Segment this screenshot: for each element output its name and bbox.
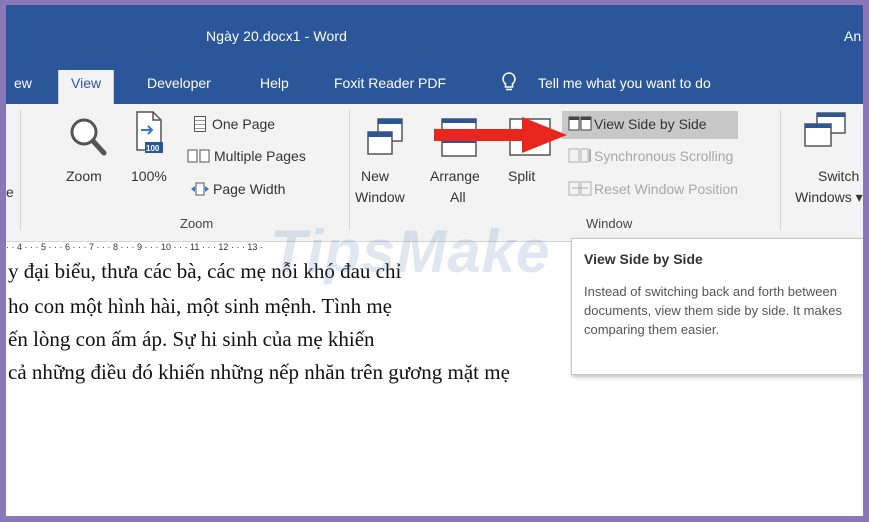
reset-window-position-button[interactable]: Reset Window Position [568,181,738,197]
tab-foxit-reader-pdf[interactable]: Foxit Reader PDF [334,75,446,91]
multiple-pages-label: Multiple Pages [214,148,306,164]
page-width-label: Page Width [213,181,286,197]
switch-windows-label-1: Switch [818,168,860,184]
zoom-label: Zoom [66,168,102,184]
tab-developer[interactable]: Developer [147,75,211,91]
multiple-pages-button[interactable]: Multiple Pages [187,148,306,164]
synchronous-scrolling-button[interactable]: Synchronous Scrolling [568,148,733,164]
title-bar: Ngày 20.docx1 - Word An [6,5,863,63]
magnifier-icon [70,118,107,156]
one-page-label: One Page [212,116,276,132]
ribbon-tabs: ew View Developer Help Foxit Reader PDF … [6,63,863,104]
word-window: Ngày 20.docx1 - Word An ew View Develope… [6,5,863,516]
ribbon-separator [349,110,350,230]
zoom-100-label: 100% [131,168,167,184]
tab-help[interactable]: Help [260,75,289,91]
synchronous-scrolling-label: Synchronous Scrolling [594,148,734,164]
tooltip-title: View Side by Side [584,251,703,267]
user-name[interactable]: An [844,28,861,44]
switch-windows-label-2: Windows ▾ [795,189,863,205]
document-line: ho con một hình hài, một sinh mệnh. Tình… [8,294,392,318]
zoom-100-badge: 100 [146,144,160,153]
new-window-label-2: Window [355,189,405,205]
watermark: TipsMake [270,218,551,285]
view-side-by-side-button[interactable]: View Side by Side [568,116,707,132]
window-group-label: Window [586,216,633,231]
red-arrow-icon [434,117,567,153]
synchronous-scrolling-icon [568,148,592,163]
view-side-by-side-label: View Side by Side [594,116,707,132]
new-window-icon [367,118,403,155]
split-label: Split [508,168,536,184]
document-line: cả những điều đó khiến những nếp nhăn tr… [8,360,510,384]
ribbon-cutoff-label: e [6,184,14,200]
tab-review[interactable]: ew [14,75,32,91]
tell-me-search[interactable]: Tell me what you want to do [538,75,711,91]
switch-windows-icon [804,112,846,147]
zoom-group-label: Zoom [180,216,214,231]
ribbon-separator [780,110,781,230]
multiple-pages-icon [187,149,211,163]
new-window-label-1: New [361,168,390,184]
reset-window-position-label: Reset Window Position [594,181,738,197]
lightbulb-icon[interactable] [501,71,517,96]
tooltip: View Side by Side Instead of switching b… [571,238,863,375]
page-width-icon [190,182,210,196]
one-page-icon [194,116,206,132]
arrange-all-label-1: Arrange [430,168,480,184]
window-title: Ngày 20.docx1 - Word [206,28,348,44]
document-line: ến lòng con ấm áp. Sự hi sinh của mẹ khi… [8,327,375,351]
arrange-all-label-2: All [450,189,466,205]
one-page-button[interactable]: One Page [194,116,275,132]
reset-window-position-icon [568,181,592,196]
tab-view[interactable]: View [58,70,115,104]
page-width-button[interactable]: Page Width [190,181,285,197]
tooltip-body: Instead of switching back and forth betw… [584,284,842,337]
ribbon-separator [20,110,21,230]
side-by-side-icon [568,116,592,131]
